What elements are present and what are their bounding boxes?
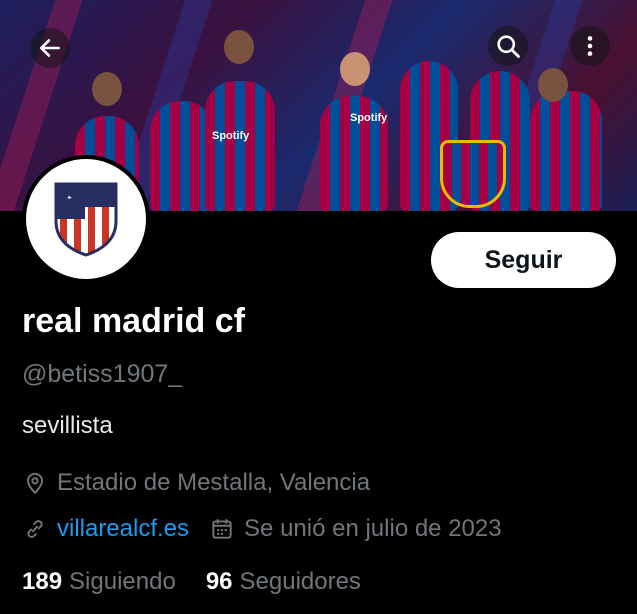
banner-player-head xyxy=(340,52,370,86)
more-vertical-icon xyxy=(587,36,593,56)
avatar[interactable] xyxy=(22,155,150,283)
more-button[interactable] xyxy=(570,26,610,66)
display-name: real madrid cf xyxy=(22,302,245,340)
banner-player-head xyxy=(224,30,254,64)
location-row: Estadio de Mestalla, Valencia xyxy=(22,469,370,497)
following-label: Siguiendo xyxy=(69,568,176,595)
joined-date: Se unió en julio de 2023 xyxy=(244,515,502,542)
banner-player-head xyxy=(538,68,568,102)
back-button[interactable] xyxy=(30,28,70,68)
following-count: 189 xyxy=(22,568,63,595)
follow-stats: 189 Siguiendo 96 Seguidores xyxy=(22,568,391,596)
user-handle: @betiss1907_ xyxy=(22,360,183,388)
followers-count: 96 xyxy=(205,568,233,595)
club-crest-icon xyxy=(54,182,118,257)
banner-player xyxy=(530,91,602,211)
website-joined-row: villarealcf.es Se unió en julio de 2023 xyxy=(22,515,502,543)
calendar-icon xyxy=(209,516,235,542)
following-stat[interactable]: 189 Siguiendo xyxy=(22,568,176,596)
follow-button[interactable]: Seguir xyxy=(431,232,616,288)
location-text: Estadio de Mestalla, Valencia xyxy=(57,469,371,496)
banner-sponsor-text: Spotify xyxy=(212,130,250,142)
banner-player-head xyxy=(92,72,122,106)
location-pin-icon xyxy=(22,470,48,496)
search-icon xyxy=(497,35,520,58)
banner-player xyxy=(205,81,275,211)
banner-sponsor-text: Spotify xyxy=(350,112,388,124)
search-button[interactable] xyxy=(488,26,528,66)
fcb-crest xyxy=(440,140,506,208)
followers-stat[interactable]: 96 Seguidores xyxy=(206,568,361,596)
link-icon xyxy=(22,516,48,542)
followers-label: Seguidores xyxy=(239,568,361,595)
website-link[interactable]: villarealcf.es xyxy=(57,515,189,543)
bio: sevillista xyxy=(22,412,113,439)
arrow-left-icon xyxy=(40,39,60,57)
